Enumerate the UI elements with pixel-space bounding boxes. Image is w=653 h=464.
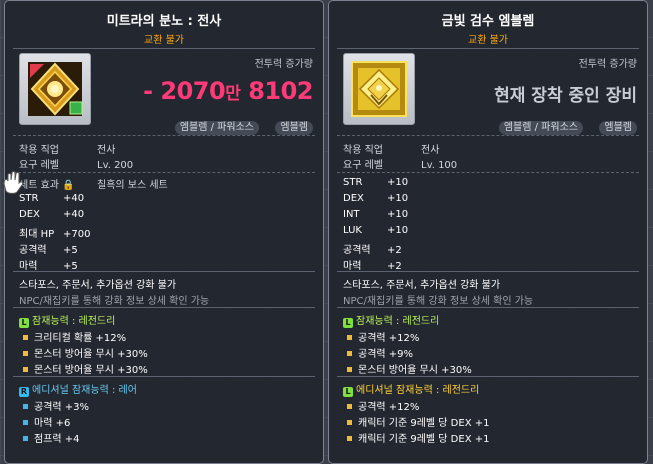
bullet-icon (347, 351, 352, 356)
category-tag: 엠블렘 / 파워소스 (174, 121, 259, 135)
bullet-icon (23, 436, 28, 441)
divider (337, 172, 639, 174)
stat-dex: DEX +40 (19, 209, 85, 220)
enhance-note: NPC/재집키를 통해 강화 정보 상세 확인 가능 (19, 296, 210, 307)
stat-attack: 공격력 +5 (19, 245, 78, 256)
divider (337, 135, 639, 137)
req-job-label: 착용 직업 (19, 145, 59, 156)
stat-int: INT +10 (343, 209, 409, 220)
req-level-row: 요구 레벨 Lv. 200 (19, 156, 133, 171)
stat-str: STR +40 (19, 193, 85, 204)
additional-line: 공격력 +12% (347, 398, 419, 413)
req-level-label: 요구 레벨 (19, 160, 59, 171)
req-job-row: 착용 직업 전사 (343, 141, 439, 156)
divider (337, 271, 639, 272)
potential-line: 공격력 +9% (347, 345, 413, 360)
stat-luk: LUK +10 (343, 225, 409, 236)
combat-power-label: 전투력 증가량 (254, 59, 313, 70)
cp-unit: 만 (225, 84, 241, 104)
category-tag: 엠블렘 / 파워소스 (498, 121, 583, 135)
type-tag: 엠블렘 (275, 121, 313, 135)
item-title: 미트라의 분노 : 전사 (106, 14, 222, 29)
equipped-item-tooltip-right: 금빛 검수 엠블렘 교환 불가 전투력 증가량 현재 장착 중인 장비 엠블렘 … (328, 0, 648, 464)
potential-line: 몬스터 방어율 무시 +30% (347, 361, 472, 376)
bullet-icon (23, 367, 28, 372)
stat-dex: DEX +10 (343, 193, 409, 204)
potential-line: 공격력 +12% (347, 329, 419, 344)
bullet-icon (23, 404, 28, 409)
trade-status: 교환 불가 (468, 35, 508, 46)
req-job-value: 전사 (97, 145, 116, 156)
bullet-icon (347, 404, 352, 409)
type-tag: 엠블렘 (599, 121, 637, 135)
req-job-value: 전사 (421, 145, 440, 156)
divider (13, 172, 315, 174)
req-level-value: Lv. 100 (421, 160, 458, 171)
item-title: 금빛 검수 엠블렘 (441, 14, 535, 29)
divider (13, 271, 315, 272)
req-level-label: 요구 레벨 (343, 160, 383, 171)
enhance-note: NPC/재집키를 통해 강화 정보 상세 확인 가능 (343, 296, 534, 307)
stat-max-hp: 최대 HP +700 (19, 229, 91, 240)
potential-line: 크리티컬 확률 +12% (23, 329, 126, 344)
legendary-badge-icon: L (19, 318, 29, 328)
set-effect-name: 칠흑의 보스 세트 (97, 180, 168, 191)
divider (337, 376, 639, 377)
divider (13, 307, 315, 308)
potential-line: 몬스터 방어율 무시 +30% (23, 345, 148, 360)
stat-attack: 공격력 +2 (343, 245, 402, 256)
golden-ornate-emblem-icon (351, 61, 407, 117)
additional-line: 점프력 +4 (23, 430, 80, 445)
req-job-label: 착용 직업 (343, 145, 383, 156)
divider (337, 48, 639, 49)
additional-potential-header: L 에디셔널 잠재능력 : 레전드리 (343, 381, 479, 397)
bullet-icon (23, 351, 28, 356)
item-icon-frame (19, 53, 91, 125)
enhance-info: 스타포스, 주문서, 추가옵션 강화 불가 (343, 280, 501, 291)
req-level-row: 요구 레벨 Lv. 100 (343, 156, 457, 171)
white-glove-cursor-icon (3, 171, 24, 194)
stat-str: STR +10 (343, 177, 409, 188)
potential-header: L 잠재능력 : 레전드리 (19, 312, 115, 328)
additional-potential-header: R 에디셔널 잠재능력 : 레어 (19, 385, 137, 397)
rare-badge-icon: R (19, 387, 29, 397)
additional-line: 마력 +6 (23, 414, 70, 429)
bullet-icon (347, 335, 352, 340)
legendary-badge-icon: L (343, 318, 353, 328)
cp-number-rest: 8102 (240, 77, 313, 105)
bullet-icon (347, 420, 352, 425)
trade-status: 교환 불가 (144, 35, 184, 46)
combat-power-change: - 2070만 8102 (143, 77, 313, 105)
divider (13, 135, 315, 137)
additional-line: 캐릭터 기준 9레벨 당 DEX +1 (347, 430, 489, 445)
stat-magic: 마력 +2 (343, 261, 402, 272)
potential-line: 몬스터 방어율 무시 +30% (23, 361, 148, 376)
equipped-compare-tooltip-left: 미트라의 분노 : 전사 교환 불가 전투력 증가량 - 2070만 8102 … (4, 0, 324, 464)
additional-line: 공격력 +3% (23, 398, 89, 413)
cp-number: - 2070 (143, 77, 226, 105)
bullet-icon (347, 436, 352, 441)
set-effect-row[interactable]: 세트 효과 🔒 칠흑의 보스 세트 (19, 176, 168, 191)
divider (13, 48, 315, 49)
bullet-icon (23, 420, 28, 425)
golden-emblem-with-red-gem-icon (28, 62, 83, 116)
bullet-icon (23, 335, 28, 340)
enhance-info: 스타포스, 주문서, 추가옵션 강화 불가 (19, 280, 177, 291)
set-effect-label: 세트 효과 🔒 (19, 180, 75, 191)
potential-header: L 잠재능력 : 레전드리 (343, 312, 439, 328)
combat-power-label: 전투력 증가량 (578, 59, 637, 70)
req-job-row: 착용 직업 전사 (19, 141, 115, 156)
legendary-badge-icon: L (343, 387, 353, 397)
stat-magic: 마력 +5 (19, 261, 78, 272)
currently-equipped-label: 현재 장착 중인 장비 (494, 86, 637, 106)
item-icon-frame (343, 53, 415, 125)
divider (337, 307, 639, 308)
additional-line: 캐릭터 기준 9레벨 당 DEX +1 (347, 414, 489, 429)
divider (13, 376, 315, 377)
req-level-value: Lv. 200 (97, 160, 134, 171)
lock-icon: 🔒 (62, 180, 75, 191)
bullet-icon (347, 367, 352, 372)
